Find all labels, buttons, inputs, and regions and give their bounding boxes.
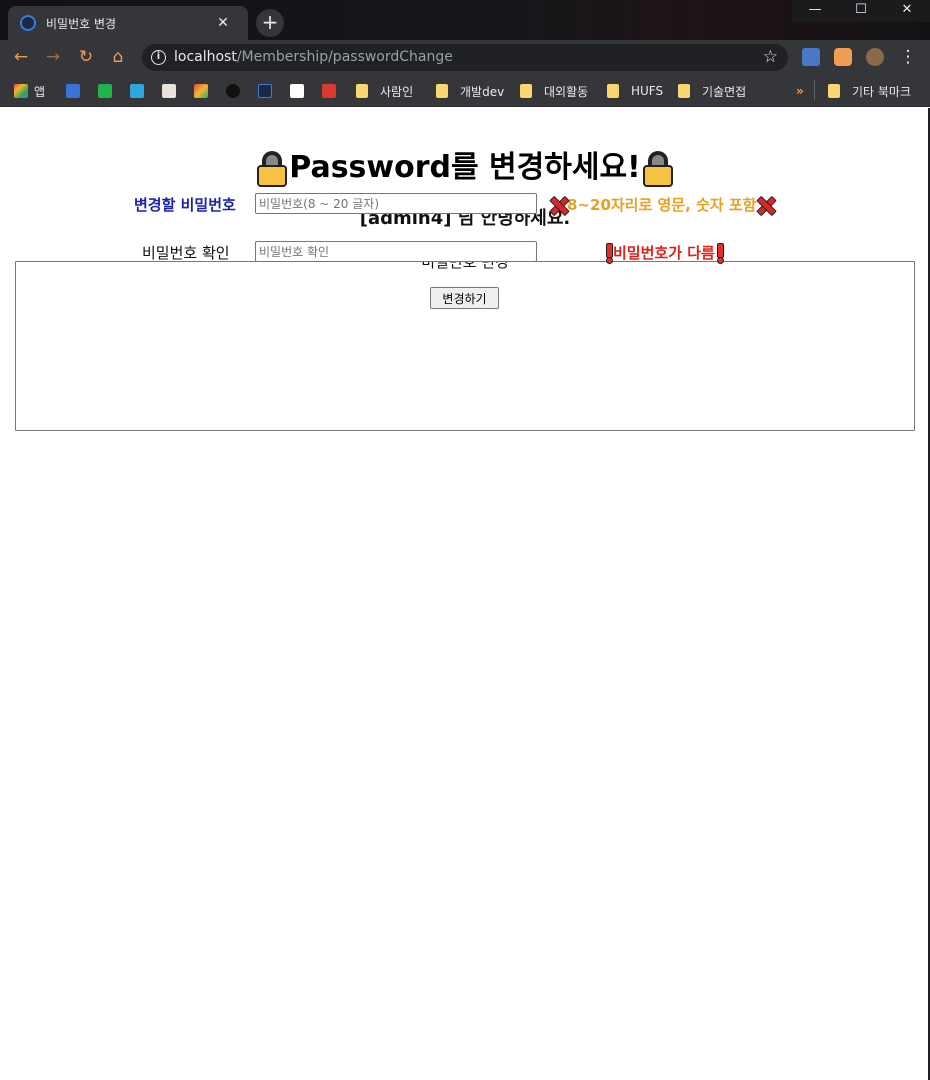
- exclamation-icon: [716, 243, 724, 264]
- cross-mark-icon: [549, 196, 567, 214]
- bookmark-notion-icon[interactable]: [290, 84, 304, 98]
- close-window-icon[interactable]: ✕: [884, 0, 930, 22]
- reload-icon[interactable]: ↻: [74, 45, 98, 69]
- address-bar[interactable]: i localhost/Membership/passwordChange ☆: [142, 44, 788, 71]
- new-password-input[interactable]: [255, 193, 537, 214]
- bookmarks-divider: [814, 80, 815, 100]
- forward-arrow-icon[interactable]: →: [41, 45, 65, 69]
- folder-icon: [520, 84, 532, 98]
- bookmark-folder-activities[interactable]: 대외활동: [520, 82, 588, 100]
- bookmarks-bar: 앱 사람인 개발dev 대외활동 HUFS 기술면접 » 기타 북마크: [0, 75, 930, 107]
- bookmark-folder-saramin[interactable]: 사람인: [356, 82, 413, 100]
- new-tab-button[interactable]: +: [256, 9, 284, 37]
- folder-icon: [828, 84, 840, 98]
- profile-avatar[interactable]: [866, 48, 884, 66]
- browser-titlebar: 비밀번호 변경 ✕ + — ☐ ✕: [0, 0, 930, 40]
- minimize-icon[interactable]: —: [792, 0, 838, 22]
- bookmark-face-icon[interactable]: [162, 84, 176, 98]
- password-mismatch-hint: 비밀번호가 다름: [604, 242, 724, 264]
- bookmark-gmail-icon[interactable]: [322, 84, 336, 98]
- confirm-password-input[interactable]: [255, 241, 537, 262]
- change-password-button[interactable]: 변경하기: [430, 287, 499, 309]
- bookmarks-overflow-chevron-icon[interactable]: »: [796, 82, 804, 100]
- url-text: localhost/Membership/passwordChange: [174, 49, 453, 65]
- new-password-label: 변경할 비밀번호: [134, 196, 236, 214]
- bookmark-folder-hufs[interactable]: HUFS: [607, 82, 663, 100]
- exclamation-icon: [605, 243, 613, 264]
- site-favicon-icon: [20, 15, 36, 31]
- bookmark-jobplanet-icon[interactable]: [66, 84, 80, 98]
- folder-icon: [607, 84, 619, 98]
- bookmark-folder-interview[interactable]: 기술면접: [678, 82, 746, 100]
- password-change-fieldset: 비밀번호 변경: [15, 251, 915, 431]
- lock-icon: [257, 150, 288, 187]
- password-rule-hint: 8~20자리로 영문, 숫자 포함: [549, 194, 774, 215]
- site-info-icon[interactable]: i: [151, 50, 166, 65]
- page-title: Password를 변경하세요!: [0, 142, 930, 187]
- bookmark-github-icon[interactable]: [226, 84, 240, 98]
- back-arrow-icon[interactable]: ←: [9, 45, 33, 69]
- folder-icon: [356, 84, 368, 98]
- translate-extension-icon[interactable]: [802, 48, 820, 66]
- tab-title: 비밀번호 변경: [46, 16, 117, 31]
- bookmark-edge-icon[interactable]: [130, 84, 144, 98]
- browser-tab[interactable]: 비밀번호 변경 ✕: [8, 6, 248, 40]
- apps-grid-icon: [14, 84, 28, 98]
- bookmark-star-icon[interactable]: ☆: [763, 47, 778, 67]
- browser-toolbar: ← → ↻ ⌂ i localhost/Membership/passwordC…: [0, 40, 930, 75]
- cross-mark-icon: [756, 196, 774, 214]
- bookmark-folder-dev[interactable]: 개발dev: [436, 82, 504, 100]
- bookmark-naver-icon[interactable]: [98, 84, 112, 98]
- bookmark-folder-other[interactable]: 기타 북마크: [828, 82, 911, 100]
- maximize-icon[interactable]: ☐: [838, 0, 884, 22]
- bookmark-apps[interactable]: 앱: [14, 82, 45, 100]
- home-icon[interactable]: ⌂: [106, 45, 130, 69]
- tab-close-icon[interactable]: ✕: [214, 15, 232, 31]
- menu-kebab-icon[interactable]: ⋮: [896, 45, 920, 69]
- lock-icon: [642, 150, 673, 187]
- confirm-password-label: 비밀번호 확인: [142, 244, 230, 262]
- bookmark-hand-icon[interactable]: [194, 84, 208, 98]
- folder-icon: [436, 84, 448, 98]
- bookmark-site-icon[interactable]: [258, 84, 272, 98]
- extensions-puzzle-icon[interactable]: [834, 48, 852, 66]
- folder-icon: [678, 84, 690, 98]
